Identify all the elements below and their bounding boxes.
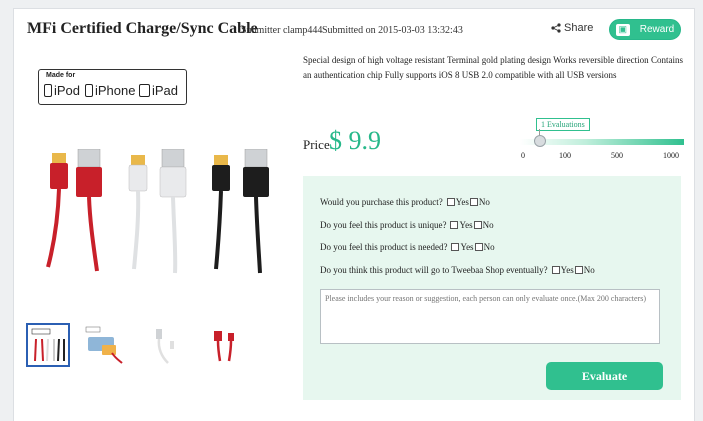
product-main-image bbox=[46, 149, 269, 274]
thumbnail-1-image bbox=[31, 328, 65, 362]
share-button[interactable]: Share bbox=[551, 22, 593, 34]
made-for-text: Made for bbox=[46, 72, 76, 79]
yes-checkbox[interactable] bbox=[446, 198, 455, 206]
evaluation-panel: Would you purchase this product? Yes No … bbox=[303, 176, 681, 400]
evaluate-button[interactable]: Evaluate bbox=[546, 362, 663, 390]
submitted-date: Submitted on 2015-03-03 13:32:43 bbox=[322, 25, 463, 36]
thumbnail-2[interactable] bbox=[82, 323, 126, 367]
evaluations-count: 1 Evaluations bbox=[536, 118, 590, 131]
reward-label: Reward bbox=[639, 24, 675, 35]
no-checkbox[interactable] bbox=[473, 221, 482, 229]
share-icon bbox=[551, 23, 561, 33]
no-checkbox[interactable] bbox=[469, 198, 478, 206]
submitter-label: Submitter clamp444 bbox=[241, 25, 323, 36]
question-unique: Do you feel this product is unique? Yes … bbox=[320, 220, 494, 230]
question-tweebaa-shop: Do you think this product will go to Twe… bbox=[320, 265, 595, 275]
tick-0: 0 bbox=[521, 151, 525, 160]
reason-textarea[interactable] bbox=[320, 289, 660, 344]
no-checkbox[interactable] bbox=[574, 266, 583, 274]
badge-ipod: iPod bbox=[44, 83, 80, 98]
cable-red-2 bbox=[76, 149, 102, 272]
tick-500: 500 bbox=[611, 151, 623, 160]
price-label: Price bbox=[303, 137, 330, 152]
reward-button[interactable]: ▣ Reward bbox=[609, 19, 681, 40]
question-needed: Do you feel this product is needed? Yes … bbox=[320, 242, 495, 252]
share-label: Share bbox=[564, 22, 594, 34]
evaluation-scale: 1 Evaluations 0 100 500 1000 bbox=[520, 118, 684, 160]
question-text: Would you purchase this product? bbox=[320, 197, 443, 207]
price-value: $ 9.9 bbox=[329, 126, 381, 155]
yes-checkbox[interactable] bbox=[451, 243, 460, 251]
product-description: Special design of high voltage resistant… bbox=[303, 55, 683, 80]
question-text: Do you feel this product is needed? bbox=[320, 242, 448, 252]
gift-icon: ▣ bbox=[615, 23, 630, 36]
thumbnail-3-image bbox=[156, 329, 174, 364]
thumbnail-4-image bbox=[214, 331, 234, 362]
scale-knob bbox=[534, 135, 546, 147]
yes-checkbox[interactable] bbox=[450, 221, 459, 229]
ipod-icon bbox=[44, 84, 52, 97]
header: MFi Certified Charge/Sync Cable Submitte… bbox=[14, 9, 694, 49]
badge-iphone: iPhone bbox=[85, 83, 135, 98]
question-text: Do you feel this product is unique? bbox=[320, 220, 447, 230]
product-card: MFi Certified Charge/Sync Cable Submitte… bbox=[13, 8, 695, 421]
cable-white-1 bbox=[128, 155, 148, 270]
thumbnail-2-image bbox=[85, 326, 123, 364]
tick-100: 100 bbox=[559, 151, 571, 160]
thumbnail-3[interactable] bbox=[144, 323, 188, 367]
cable-red-1 bbox=[46, 153, 68, 268]
ipad-icon bbox=[139, 84, 150, 97]
no-checkbox[interactable] bbox=[474, 243, 483, 251]
cable-black-2 bbox=[243, 149, 269, 274]
thumbnail-4[interactable] bbox=[204, 323, 248, 367]
badge-ipad: iPad bbox=[139, 83, 178, 98]
question-purchase: Would you purchase this product? Yes No bbox=[320, 197, 490, 207]
cable-white-2 bbox=[159, 149, 187, 274]
made-for-badge: Made for iPod iPhone iPad bbox=[38, 69, 187, 105]
question-text: Do you think this product will go to Twe… bbox=[320, 265, 548, 275]
yes-checkbox[interactable] bbox=[551, 266, 560, 274]
product-title: MFi Certified Charge/Sync Cable bbox=[27, 20, 258, 37]
thumbnail-1[interactable] bbox=[26, 323, 70, 367]
cable-black-1 bbox=[212, 155, 230, 270]
iphone-icon bbox=[85, 84, 93, 97]
tick-1000: 1000 bbox=[663, 151, 679, 160]
